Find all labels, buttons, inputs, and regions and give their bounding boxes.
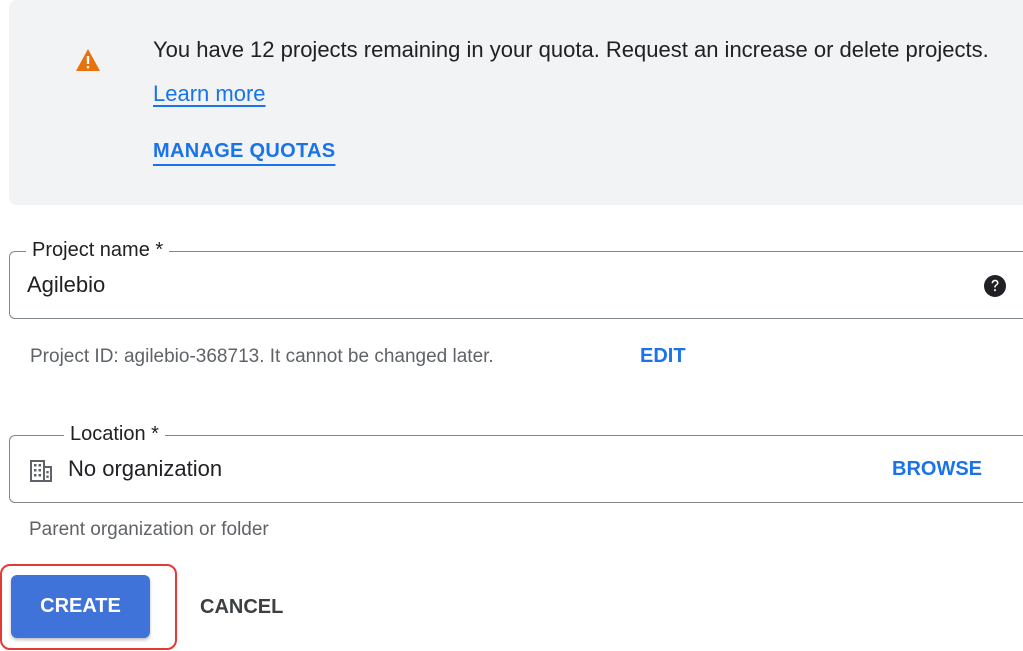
new-project-form: You have 12 projects remaining in your q… <box>0 0 1023 651</box>
location-value: No organization <box>68 456 223 481</box>
quota-message: You have 12 projects remaining in your q… <box>153 28 1003 116</box>
manage-quotas-link[interactable]: MANAGE QUOTAS <box>153 140 335 163</box>
location-label: Location * <box>64 420 165 448</box>
browse-button[interactable]: BROWSE <box>892 455 982 483</box>
edit-project-id-button[interactable]: EDIT <box>640 342 686 370</box>
quota-warning-banner: You have 12 projects remaining in your q… <box>9 0 1023 205</box>
project-name-input[interactable]: Agilebio <box>27 271 105 299</box>
learn-more-link[interactable]: Learn more <box>153 81 266 106</box>
create-button[interactable]: CREATE <box>11 575 150 638</box>
quota-message-text: You have 12 projects remaining in your q… <box>153 37 989 62</box>
project-name-field[interactable]: Project name * Agilebio <box>9 236 1023 319</box>
project-name-label: Project name * <box>26 236 170 264</box>
project-id-hint: Project ID: agilebio-368713. It cannot b… <box>30 346 494 367</box>
location-hint: Parent organization or folder <box>29 519 269 540</box>
cancel-button[interactable]: CANCEL <box>200 593 283 621</box>
location-field[interactable]: Location * No organization BROWSE <box>9 420 1023 503</box>
